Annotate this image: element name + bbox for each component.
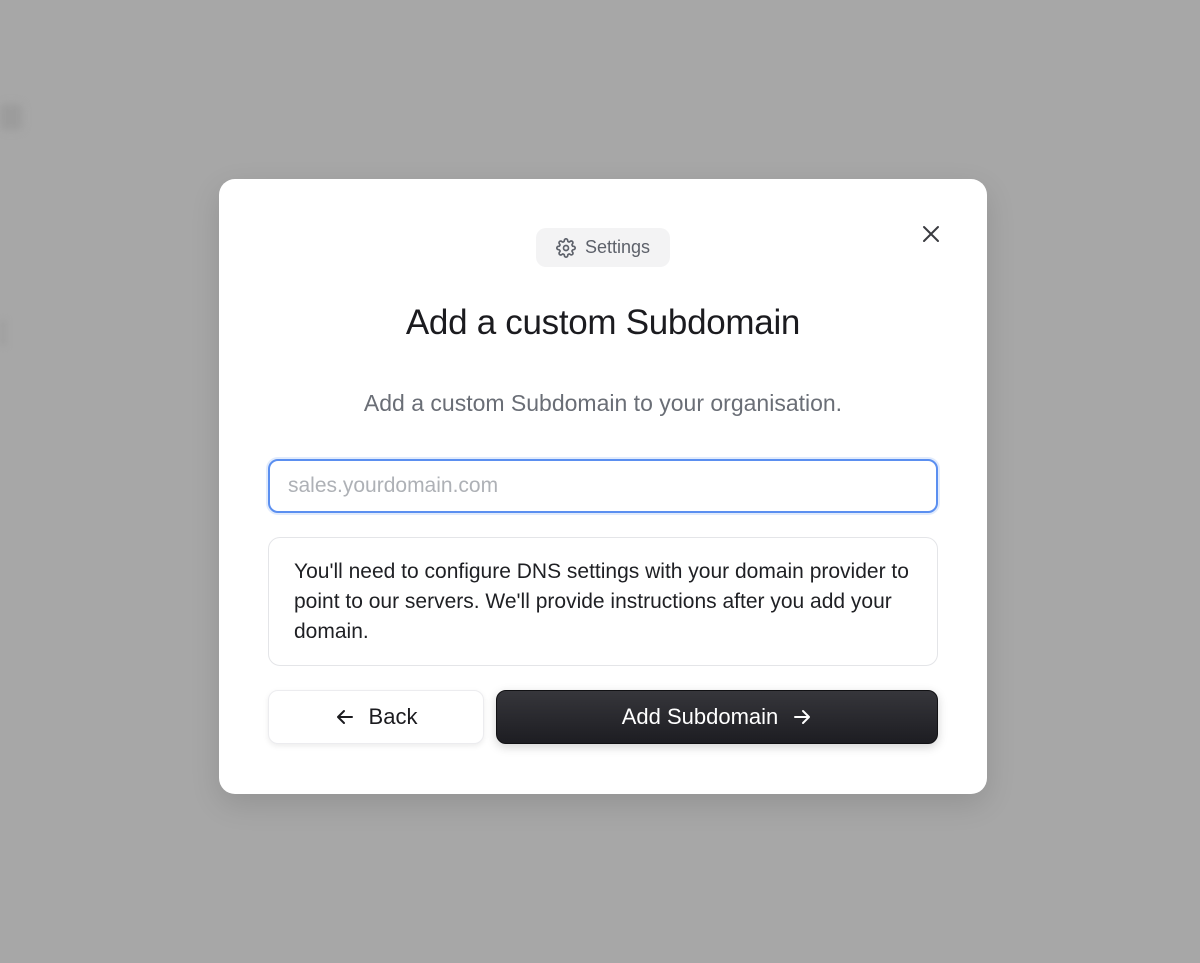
dns-info-text: You'll need to configure DNS settings wi…: [294, 560, 909, 643]
dialog-subtitle: Add a custom Subdomain to your organisat…: [363, 390, 843, 416]
back-button[interactable]: Back: [268, 690, 484, 744]
back-button-label: Back: [368, 704, 418, 729]
dialog-title: Add a custom Subdomain: [405, 303, 801, 342]
close-button[interactable]: [916, 219, 946, 249]
settings-badge-label: Settings: [584, 237, 651, 257]
subdomain-input[interactable]: [268, 459, 938, 513]
settings-badge: Settings: [536, 228, 670, 267]
dns-info-box: You'll need to configure DNS settings wi…: [268, 537, 938, 666]
arrow-right-icon: [792, 707, 812, 727]
add-subdomain-button-label: Add Subdomain: [621, 704, 779, 729]
add-subdomain-button[interactable]: Add Subdomain: [496, 690, 938, 744]
arrow-left-icon: [335, 707, 355, 727]
gear-icon: [556, 237, 576, 258]
background-content-blurred: [0, 320, 6, 346]
close-icon: [922, 225, 940, 243]
add-subdomain-dialog: Settings Add a custom Subdomain Add a cu…: [219, 179, 987, 794]
background-content-blurred: [0, 104, 22, 130]
